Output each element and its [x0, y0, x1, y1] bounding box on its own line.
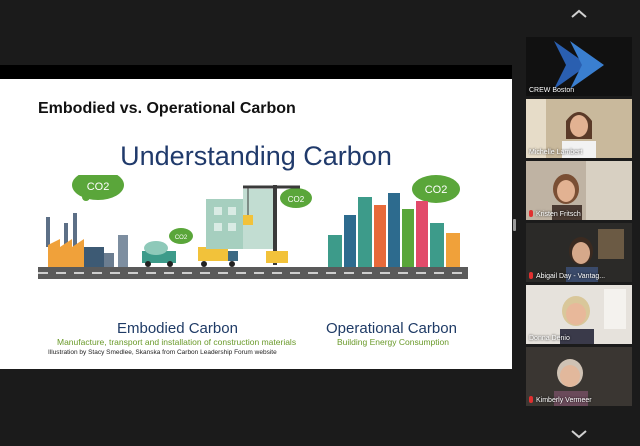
operational-carbon-label: Operational Carbon	[326, 320, 457, 337]
participant-name: CREW Boston	[529, 87, 575, 94]
participant-tile-donna-denio[interactable]: Donna Denio	[526, 285, 632, 344]
scroll-participants-up-button[interactable]	[567, 6, 591, 22]
co2-cloud-crane: CO2	[280, 188, 312, 208]
svg-text:CO2: CO2	[288, 195, 305, 204]
participant-name: Kristen Fritsch	[529, 210, 581, 218]
slide-title: Understanding Carbon	[120, 141, 392, 171]
road	[38, 267, 468, 279]
participant-tile-michelle-lambert[interactable]: Michelle Lambert	[526, 99, 632, 158]
svg-text:CO2: CO2	[87, 181, 110, 193]
svg-text:CO2: CO2	[175, 235, 188, 241]
presentation-slide: Embodied vs. Operational Carbon Understa…	[0, 79, 512, 369]
embodied-carbon-label: Embodied Carbon	[117, 320, 238, 337]
co2-cloud-right: CO2	[412, 175, 460, 203]
operational-carbon-caption: Building Energy Consumption	[337, 337, 449, 347]
carbon-illustration: CO2 CO2 CO2 CO2	[38, 175, 468, 279]
chevron-up-icon	[571, 9, 587, 18]
participant-tile-kimberly-vermeer[interactable]: Kimberly Vermeer	[526, 347, 632, 406]
construction-building	[206, 189, 277, 249]
participant-tile-crew-boston[interactable]: CREW Boston	[526, 37, 632, 96]
muted-mic-icon	[529, 272, 533, 279]
participant-name: Michelle Lambert	[529, 149, 583, 156]
muted-mic-icon	[529, 210, 533, 217]
shared-screen: Embodied vs. Operational Carbon Understa…	[0, 65, 512, 369]
participant-tile-kristen-fritsch[interactable]: Kristen Fritsch	[526, 161, 632, 220]
illustration-credit: Illustration by Stacy Smedlee, Skanska f…	[48, 349, 277, 356]
slide-heading: Embodied vs. Operational Carbon	[38, 100, 296, 117]
co2-cloud-small: CO2	[169, 228, 193, 244]
participant-name: Abigail Day - Vantag...	[529, 272, 605, 280]
dump-truck	[198, 247, 238, 267]
factory	[46, 213, 128, 267]
scroll-participants-down-button[interactable]	[567, 426, 591, 442]
mixer-truck	[142, 241, 176, 267]
participant-tile-abigail-day[interactable]: Abigail Day - Vantag...	[526, 223, 632, 282]
chevron-down-icon	[571, 430, 587, 439]
participant-name: Donna Denio	[529, 335, 570, 342]
muted-mic-icon	[529, 396, 533, 403]
embodied-carbon-caption: Manufacture, transport and installation …	[57, 337, 297, 347]
city-skyline	[328, 193, 460, 267]
co2-cloud-left: CO2	[72, 175, 124, 201]
participant-name: Kimberly Vermeer	[529, 396, 592, 404]
svg-text:CO2: CO2	[425, 184, 448, 196]
resize-handle[interactable]	[513, 219, 516, 231]
